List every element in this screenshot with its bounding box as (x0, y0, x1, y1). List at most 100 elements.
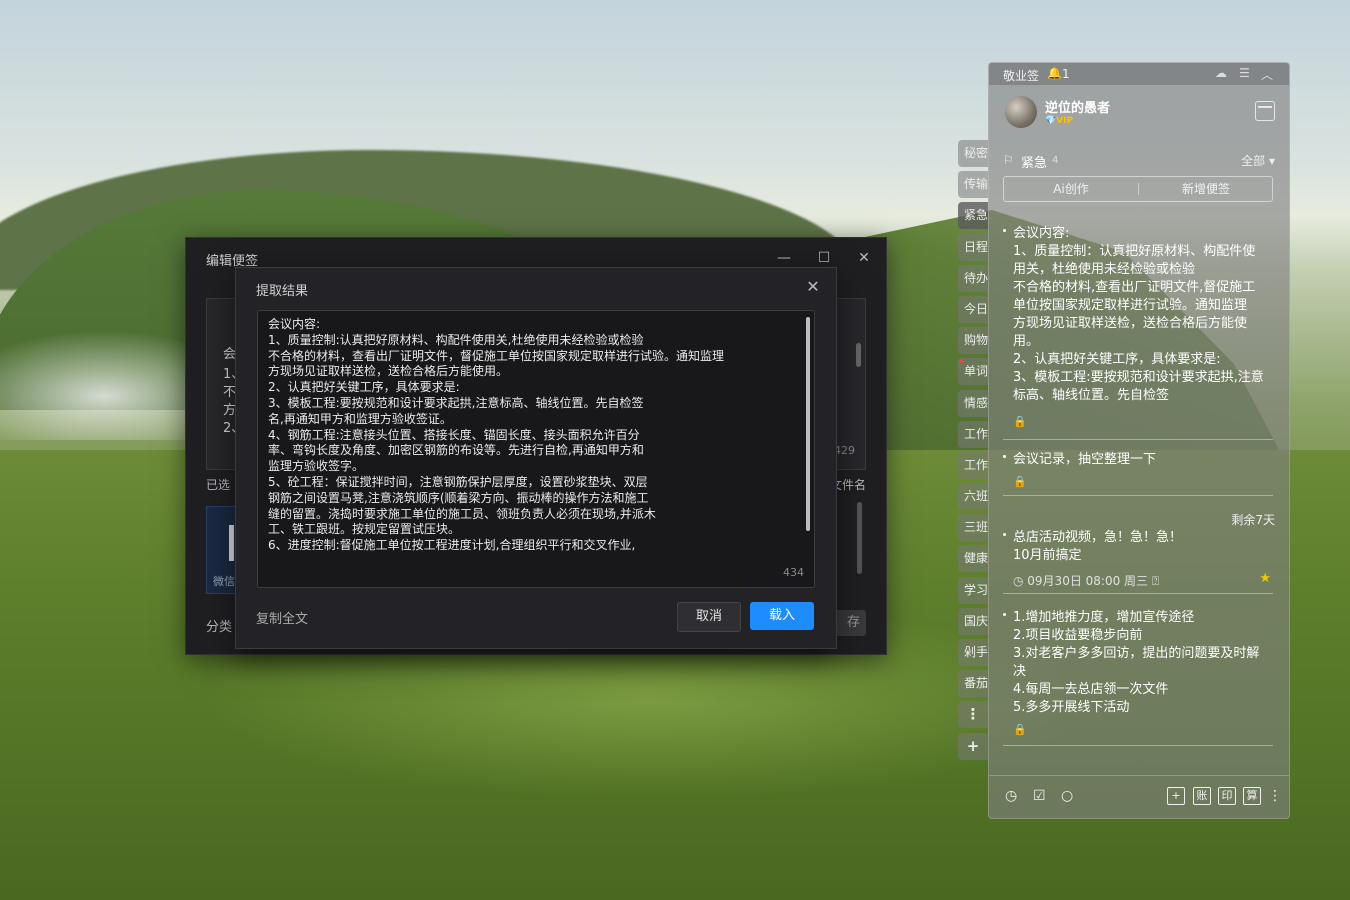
editor-close-button[interactable]: ✕ (854, 248, 874, 268)
category-tab-strip: 秘密 传输 紧急 日程 待办 今日 购物 单词 情感 工作 工作 六班 三班 健… (958, 140, 988, 764)
note-line: 用关，杜绝使用未经检验或检验 (1013, 262, 1196, 277)
note-divider (1003, 745, 1273, 746)
tab-schedule[interactable]: 日程 (958, 233, 988, 261)
attachment-scrollbar[interactable] (857, 502, 862, 574)
thumbnail-image (229, 525, 234, 561)
note-line: 会议记录，抽空整理一下 (1013, 452, 1157, 467)
note-item[interactable]: 会议内容: 1、质量控制：认真把好原材料、构配件使 用关，杜绝使用未经检验或检验… (1003, 225, 1273, 428)
calendar-icon[interactable] (1255, 101, 1275, 121)
tab-urgent[interactable]: 紧急 (958, 202, 988, 230)
note-item[interactable]: 总店活动视频，急！急！急！ 10月前搞定 (1003, 529, 1273, 565)
minimize-button[interactable]: — (774, 248, 794, 268)
text-line: 3、模板工程:要按规范和设计要求起拱,注意标高、轴线位置。先自检签 (268, 395, 644, 410)
menu-icon[interactable]: ☰ (1239, 66, 1250, 80)
maximize-button[interactable]: ☐ (814, 248, 834, 268)
note-body: 会议记录，抽空整理一下 (1013, 451, 1273, 469)
text-scrollbar[interactable] (806, 317, 810, 531)
note-divider (1003, 439, 1273, 440)
bell-icon[interactable]: 🔔 (1047, 66, 1062, 80)
tab-work-1[interactable]: 工作 (958, 420, 988, 448)
ledger-icon[interactable]: 账 (1193, 787, 1211, 805)
text-line: 名,再通知甲方和监理方验收签证。 (268, 411, 452, 426)
text-line: 缝的留置。浇捣时要求施工单位的施工员、领班负责人必须在现场,并派木 (268, 506, 656, 521)
note-line: 单位按国家规定取样进行试验。通知监理 (1013, 298, 1248, 313)
note-line: 总店活动视频，急！急！急！ (1013, 530, 1183, 545)
dialog-title: 提取结果 (256, 284, 309, 299)
panel-bottom-toolbar: ◷ ☑ ○ + 账 印 算 ⋮ (989, 775, 1289, 818)
tab-transfer[interactable]: 传输 (958, 171, 988, 199)
extracted-char-count: 434 (783, 566, 804, 579)
add-tab-icon[interactable]: + (958, 732, 988, 760)
new-note-button[interactable]: 新增便签 (1139, 177, 1273, 201)
note-bullet (1003, 229, 1006, 232)
note-line: 1、质量控制：认真把好原材料、构配件使 (1013, 244, 1256, 259)
note-line: 决 (1013, 664, 1027, 679)
more-icon[interactable]: ⋮ (1268, 788, 1282, 804)
tab-shopping[interactable]: 购物 (958, 327, 988, 355)
tab-shopping-spree[interactable]: 剁手 (958, 639, 988, 666)
tab-class-three[interactable]: 三班 (958, 514, 988, 542)
extracted-text-content: 会议内容: 1、质量控制:认真把好原材料、构配件使用关,杜绝使用未经检验或检验 … (268, 317, 788, 553)
tab-class-six[interactable]: 六班 (958, 483, 988, 511)
more-tabs-icon[interactable]: ⋮ (958, 701, 988, 729)
editor-char-count: 429 (834, 444, 855, 457)
dialog-close-button[interactable]: ✕ (804, 278, 822, 296)
text-line: 1、质量控制:认真把好原材料、构配件使用关,杜绝使用未经检验或检验 (268, 332, 644, 347)
thumbnail-label: 微信 (213, 575, 235, 588)
cloud-sync-icon[interactable]: ☁ (1215, 66, 1227, 80)
note-bullet (1003, 613, 1006, 616)
star-icon[interactable]: ★ (1259, 571, 1271, 586)
ai-create-button[interactable]: Ai创作 (1004, 177, 1138, 201)
checklist-icon[interactable]: ☑ (1033, 788, 1046, 804)
note-line: 会议内容: (1013, 226, 1070, 241)
extracted-text-area[interactable]: 会议内容: 1、质量控制:认真把好原材料、构配件使用关,杜绝使用未经检验或检验 … (257, 310, 815, 588)
filter-dropdown[interactable]: 全部 ▾ (1241, 152, 1275, 169)
note-line: 2.项目收益要稳步向前 (1013, 628, 1143, 643)
panel-title-bar: 敬业签 🔔 1 ☁ ☰ ︿ (989, 63, 1289, 85)
cancel-button[interactable]: 取消 (677, 602, 741, 632)
note-item[interactable]: 会议记录，抽空整理一下 🔒 (1003, 451, 1273, 488)
tab-today[interactable]: 今日 (958, 295, 988, 323)
tab-national-day[interactable]: 国庆 (958, 607, 988, 635)
collapse-icon[interactable]: ︿ (1261, 66, 1273, 83)
tab-health[interactable]: 健康 (958, 545, 988, 573)
current-category: 紧急 (1021, 156, 1048, 171)
sticky-notes-panel: 敬业签 🔔 1 ☁ ☰ ︿ 逆位的愚者 💎VIP ⚐ 紧急 4 全部 ▾ Ai创… (988, 62, 1290, 819)
search-icon[interactable]: ○ (1061, 788, 1073, 804)
note-line: 2、认真把好关键工序，具体要求是: (1013, 352, 1221, 367)
tab-words[interactable]: 单词 (958, 358, 988, 386)
lock-icon: 🔒 (1013, 723, 1027, 736)
editor-scrollbar[interactable] (856, 343, 861, 367)
tab-work-2[interactable]: 工作 (958, 451, 988, 479)
text-line: 5、砼工程：保证搅拌时间，注意钢筋保护层厚度，设置砂浆垫块、双层 (268, 474, 648, 489)
note-body: 会议内容: 1、质量控制：认真把好原材料、构配件使 用关，杜绝使用未经检验或检验… (1013, 225, 1273, 405)
text-line: 钢筋之间设置马凳,注意浇筑顺序(顺着梁方向、振动棒的操作方法和施工 (268, 490, 649, 505)
extraction-result-dialog: 提取结果 ✕ 会议内容: 1、质量控制:认真把好原材料、构配件使用关,杜绝使用未… (235, 267, 837, 649)
note-body: 1.增加地推力度，增加宣传途径 2.项目收益要稳步向前 3.对老客户多多回访，提… (1013, 609, 1273, 717)
note-item[interactable]: 1.增加地推力度，增加宣传途径 2.项目收益要稳步向前 3.对老客户多多回访，提… (1003, 609, 1273, 736)
tab-study[interactable]: 学习 (958, 576, 988, 604)
note-line: 用。 (1013, 334, 1040, 349)
tab-secret[interactable]: 秘密 (958, 140, 988, 167)
clock-icon[interactable]: ◷ (1005, 788, 1017, 804)
note-divider (1003, 593, 1273, 594)
vip-badge: 💎VIP (1045, 116, 1074, 126)
avatar[interactable] (1005, 96, 1037, 128)
text-line: 方现场见证取样送检，送检合格后方能使用。 (268, 364, 509, 379)
category-count: 4 (1052, 155, 1059, 166)
tab-emotion[interactable]: 情感 (958, 389, 988, 417)
text-line: 2、认真把好关键工序，具体要求是: (268, 380, 460, 395)
tab-todo[interactable]: 待办 (958, 264, 988, 292)
note-line: 标高、轴线位置。先自检签 (1013, 388, 1170, 403)
calculator-icon[interactable]: 算 (1243, 787, 1261, 805)
copy-all-button[interactable]: 复制全文 (256, 608, 308, 627)
note-line: 3.对老客户多多回访，提出的问题要及时解 (1013, 646, 1260, 661)
add-icon[interactable]: + (1167, 787, 1185, 805)
note-line: 3、模板工程:要按规范和设计要求起拱,注意 (1013, 370, 1264, 385)
load-button[interactable]: 载入 (750, 602, 814, 630)
action-bar: Ai创作 新增便签 (1003, 176, 1273, 202)
note-line: 方现场见证取样送检，送检合格后方能使 (1013, 316, 1248, 331)
user-name[interactable]: 逆位的愚者 (1045, 97, 1110, 116)
print-icon[interactable]: 印 (1218, 787, 1236, 805)
tab-pomodoro[interactable]: 番茄 (958, 670, 988, 698)
